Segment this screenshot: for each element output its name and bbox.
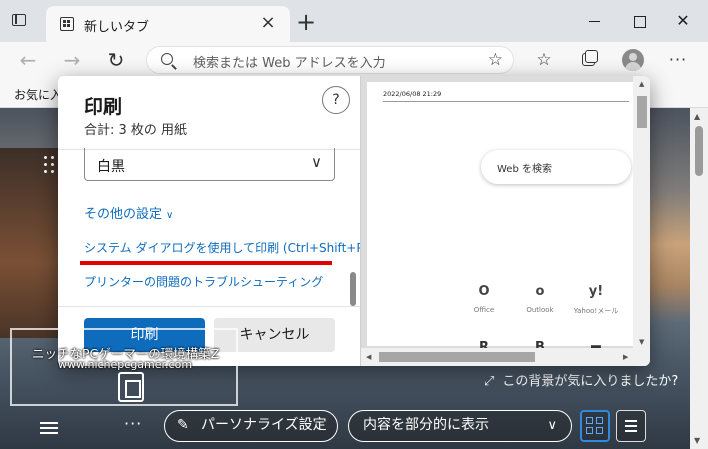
title-bar: 新しいタブ × + ✕	[0, 0, 708, 42]
settings-scrollbar[interactable]	[350, 272, 356, 306]
preview-search-label: Web を検索	[497, 164, 552, 175]
preview-page: 2022/06/08 21:29 Web を検索 O Office o Outl…	[367, 82, 633, 355]
more-settings-link[interactable]: その他の設定 ∨	[84, 203, 173, 222]
help-button[interactable]: ?	[322, 86, 350, 114]
content-visibility-label: 内容を部分的に表示	[363, 417, 489, 433]
back-button[interactable]: ←	[16, 48, 40, 72]
like-background-text: この背景が気に入りましたか?	[502, 374, 679, 389]
page-bottom-bar: ··· ✎ パーソナライズ設定 内容を部分的に表示 ∨	[0, 408, 690, 449]
preview-tile-outlook: o Outlook	[515, 284, 565, 314]
tile-label: Outlook	[526, 306, 554, 314]
color-mode-select[interactable]: 白黒 ∨	[84, 148, 335, 181]
add-favorite-icon[interactable]: ☆	[488, 50, 503, 70]
pencil-icon: ✎	[177, 417, 189, 433]
preview-header-rule	[383, 101, 629, 102]
tile-label: Office	[473, 306, 495, 314]
tab-close-icon[interactable]: ×	[258, 13, 278, 33]
page-scrollbar-thumb[interactable]	[695, 126, 703, 176]
forward-button[interactable]: →	[60, 48, 84, 72]
chevron-down-icon: ∨	[547, 418, 557, 433]
tile-label: Yahoo!メール	[573, 307, 619, 315]
content-visibility-dropdown[interactable]: 内容を部分的に表示 ∨	[348, 410, 572, 442]
tab-new-tab[interactable]: 新しいタブ ×	[46, 6, 290, 42]
print-preview-pane: 2022/06/08 21:29 Web を検索 O Office o Outl…	[360, 76, 650, 366]
preview-tile-yahoo-mail: y! Yahoo!メール	[571, 284, 621, 316]
preview-vertical-thumb[interactable]	[637, 96, 647, 128]
system-dialog-link[interactable]: システム ダイアログを使用して印刷 (Ctrl+Shift+P)	[84, 239, 368, 256]
close-window-button[interactable]: ✕	[668, 8, 698, 34]
favorites-bar-item[interactable]: お気に入	[14, 86, 62, 103]
outlook-icon: o	[535, 284, 545, 299]
browser-toolbar: ← → ↻ 検索または Web アドレスを入力 ☆ ☆ ···	[0, 42, 708, 78]
collections-icon[interactable]	[577, 48, 601, 72]
personalize-button[interactable]: ✎ パーソナライズ設定	[164, 410, 338, 442]
scroll-down-icon[interactable]: ▼	[694, 436, 704, 445]
list-view-button[interactable]	[616, 410, 646, 442]
profile-avatar[interactable]	[621, 48, 645, 72]
printer-troubleshoot-link[interactable]: プリンターの問題のトラブルシューティング	[84, 273, 323, 290]
scroll-left-icon[interactable]: ◀	[366, 353, 371, 361]
minimize-button[interactable]	[580, 8, 610, 34]
hamburger-menu-icon[interactable]	[40, 422, 58, 434]
background-cliff	[0, 148, 58, 338]
favorites-icon[interactable]: ☆	[532, 48, 556, 72]
scroll-down-icon[interactable]: ▼	[639, 338, 644, 346]
chevron-down-icon: ∨	[166, 210, 174, 221]
sheet-count: 合計: 3 枚の 用紙	[84, 123, 188, 138]
chevron-down-icon: ∨	[311, 153, 322, 171]
address-bar[interactable]: 検索または Web アドレスを入力 ☆	[146, 46, 514, 74]
watermark-url: www.nichepcgamer.com	[58, 358, 193, 371]
grid-view-button[interactable]	[580, 410, 610, 442]
office-icon: O	[478, 284, 490, 299]
personalize-label: パーソナライズ設定	[201, 417, 327, 433]
scroll-up-icon[interactable]: ▲	[639, 80, 644, 88]
more-menu-icon[interactable]: ···	[666, 48, 690, 72]
search-icon	[161, 53, 173, 65]
color-mode-value: 白黒	[97, 159, 125, 175]
preview-tile-office: O Office	[459, 284, 509, 314]
preview-date-header: 2022/06/08 21:29	[383, 90, 442, 98]
more-options-icon[interactable]: ···	[124, 414, 142, 433]
settings-footer-divider	[58, 306, 360, 307]
new-tab-favicon-icon	[60, 17, 74, 31]
new-tab-button[interactable]: +	[296, 10, 316, 34]
tab-actions-icon[interactable]	[10, 12, 30, 30]
refresh-button[interactable]: ↻	[104, 48, 128, 72]
tab-title: 新しいタブ	[84, 20, 150, 35]
print-settings-panel: 印刷 合計: 3 枚の 用紙 ? 白黒 ∨ その他の設定 ∨ システム ダイアログ…	[58, 76, 368, 366]
address-placeholder: 検索または Web アドレスを入力	[193, 56, 386, 71]
maximize-button[interactable]	[624, 8, 654, 34]
red-highlight-underline	[80, 261, 332, 265]
yahoo-mail-icon: y!	[588, 284, 604, 299]
print-dialog-title: 印刷	[84, 96, 123, 118]
scroll-right-icon[interactable]: ▶	[623, 353, 628, 361]
watermark-logo-icon	[118, 372, 144, 402]
print-dialog: 印刷 合計: 3 枚の 用紙 ? 白黒 ∨ その他の設定 ∨ システム ダイアログ…	[58, 76, 650, 366]
scroll-up-icon[interactable]: ▲	[694, 112, 704, 121]
expand-icon: ⤢	[484, 374, 495, 389]
like-background-link[interactable]: ⤢ この背景が気に入りましたか?	[484, 370, 678, 389]
more-settings-label: その他の設定	[84, 207, 163, 222]
preview-search-box: Web を検索	[481, 150, 631, 184]
site-watermark: ニッチなPCゲーマーの環境構築Z www.nichepcgamer.com	[10, 328, 238, 406]
preview-horizontal-thumb[interactable]	[379, 352, 535, 362]
